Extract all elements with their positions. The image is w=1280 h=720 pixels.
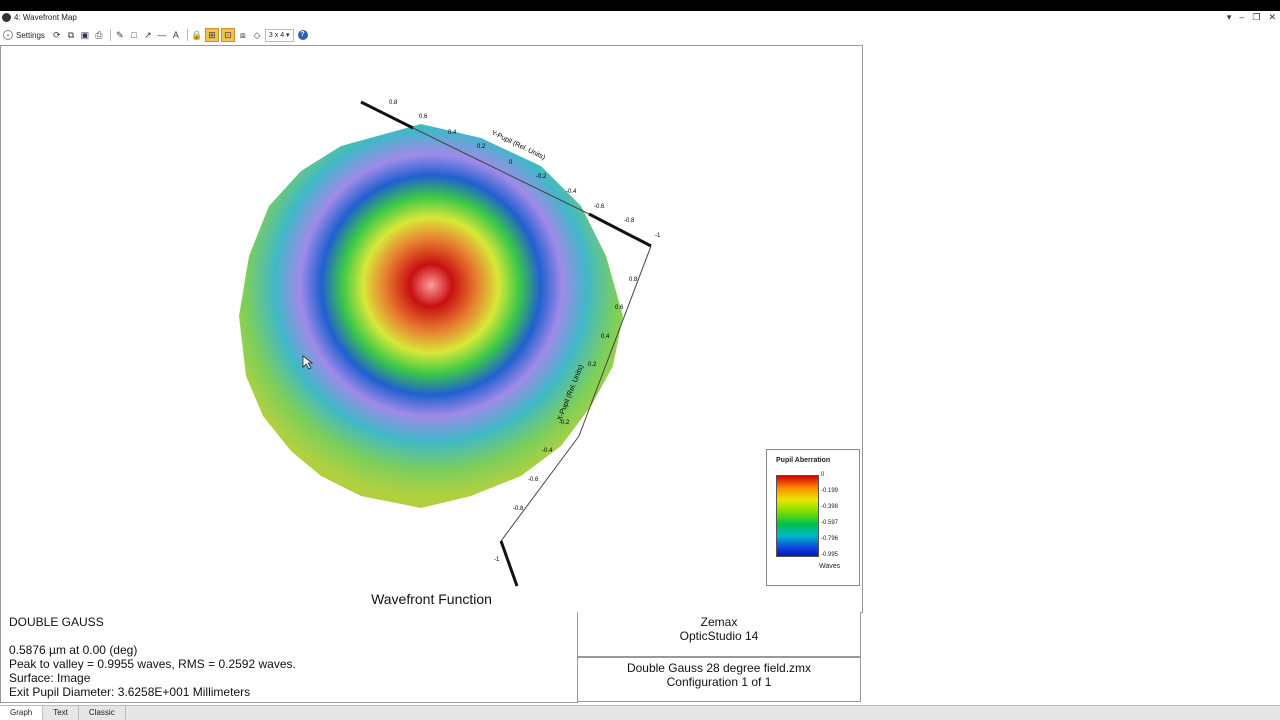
wavefront-surface-svg: 0.8 0.6 0.4 0.2 0 -0.2 -0.4 -0.6 -0.8 -1… — [239, 100, 661, 587]
settings-label: Settings — [16, 30, 45, 40]
legend-tick: -0.995 — [821, 552, 839, 558]
legend: Pupil Aberration 0 -0.199 -0.398 -0.597 … — [766, 449, 860, 586]
exit-pupil-info: Exit Pupil Diameter: 3.6258E+001 Millime… — [9, 685, 251, 699]
fit-icon[interactable]: ⊡ — [220, 28, 235, 42]
window-title: 4: Wavefront Map — [14, 13, 77, 22]
configuration-info: Configuration 1 of 1 — [666, 675, 772, 689]
layers-icon[interactable]: ◇ — [251, 29, 263, 41]
x-tick-label: 0.8 — [629, 277, 638, 283]
product-name: OpticStudio 14 — [679, 629, 759, 643]
surface-info: Surface: Image — [9, 671, 91, 685]
y-tick-label: 0.2 — [477, 144, 486, 150]
y-axis-line — [360, 100, 414, 130]
restore-icon[interactable]: ❐ — [1252, 11, 1260, 24]
wavefront-surface — [239, 124, 623, 508]
auto-scale-icon[interactable]: ⊞ — [204, 28, 219, 42]
x-tick-label: -0.6 — [528, 477, 539, 483]
text-icon[interactable]: A — [170, 29, 182, 41]
legend-color-bar — [776, 475, 819, 557]
clone-icon[interactable]: ⧉ — [65, 29, 77, 41]
tab-classic[interactable]: Classic — [79, 706, 126, 720]
y-tick-label: 0.4 — [448, 130, 457, 136]
legend-tick: -0.398 — [821, 504, 839, 510]
company-name: Zemax — [700, 615, 738, 629]
dropdown-icon[interactable]: ▾ — [1227, 11, 1232, 24]
toolbar: ⌄ Settings ⟳ ⧉ ▣ ⎙ ✎ □ ↗ — A 🔒 ⊞ ⊡ ⧈ ◇ 3… — [0, 25, 1280, 45]
minimize-icon[interactable]: – — [1239, 11, 1244, 24]
rectangle-icon[interactable]: □ — [128, 29, 140, 41]
copy-icon[interactable]: ⧈ — [237, 29, 249, 41]
save-icon[interactable]: ▣ — [79, 29, 91, 41]
x-tick-label: -0.8 — [513, 506, 524, 512]
legend-tick: -0.597 — [821, 520, 839, 526]
legend-tick: -0.199 — [821, 488, 839, 494]
plot-caption: Wavefront Function — [0, 587, 863, 613]
x-tick-label: -1 — [494, 557, 500, 563]
pencil-icon[interactable]: ✎ — [114, 29, 126, 41]
x-tick-label: 0.6 — [615, 305, 624, 311]
legend-title: Pupil Aberration — [776, 457, 831, 464]
y-tick-label: 0.8 — [389, 100, 398, 106]
layout-select[interactable]: 3 x 4 ▾ — [264, 28, 294, 42]
refresh-icon[interactable]: ⟳ — [51, 29, 63, 41]
wavefront-plot: 0.8 0.6 0.4 0.2 0 -0.2 -0.4 -0.6 -0.8 -1… — [0, 45, 863, 589]
y-tick-label: -0.6 — [594, 204, 605, 210]
wavelength-info: 0.5876 µm at 0.00 (deg) — [9, 643, 138, 657]
layout-value: 3 x 4 — [268, 31, 285, 39]
y-tick-label: -0.2 — [536, 174, 547, 180]
y-tick-label: -0.8 — [624, 218, 635, 224]
system-name: DOUBLE GAUSS — [9, 615, 104, 629]
settings-button[interactable]: ⌄ Settings — [3, 30, 45, 40]
info-panel: DOUBLE GAUSS 0.5876 µm at 0.00 (deg) Pea… — [0, 612, 578, 703]
analysis-window: 4: Wavefront Map ▾ – ❐ ✕ ⌄ Settings ⟳ ⧉ … — [0, 11, 1280, 720]
x-tick-label: -0.4 — [542, 448, 553, 454]
print-icon[interactable]: ⎙ — [93, 29, 105, 41]
close-icon[interactable]: ✕ — [1268, 11, 1276, 24]
legend-unit: Waves — [819, 563, 841, 570]
toolbar-separator — [186, 29, 188, 41]
x-tick-label: 0.4 — [601, 334, 610, 340]
y-tick-label: -0.4 — [566, 189, 577, 195]
y-tick-label: -1 — [655, 233, 661, 239]
title-bar: 4: Wavefront Map ▾ – ❐ ✕ — [0, 11, 1280, 24]
chevron-down-icon: ⌄ — [3, 30, 13, 40]
app-icon — [2, 13, 11, 22]
file-panel: Double Gauss 28 degree field.zmx Configu… — [577, 657, 861, 702]
tab-graph[interactable]: Graph — [0, 706, 44, 720]
bottom-tab-bar: Graph Text Classic — [0, 705, 1280, 720]
window-controls: ▾ – ❐ ✕ — [1227, 11, 1276, 24]
legend-tick: -0.796 — [821, 536, 839, 542]
y-tick-label: 0.6 — [419, 114, 428, 120]
toolbar-separator — [109, 29, 111, 41]
tab-text[interactable]: Text — [43, 706, 79, 720]
help-icon[interactable]: ? — [297, 30, 308, 40]
line-icon[interactable]: — — [156, 29, 168, 41]
lock-icon[interactable]: 🔒 — [191, 29, 203, 41]
peak-to-valley-info: Peak to valley = 0.9955 waves, RMS = 0.2… — [9, 657, 296, 671]
legend-tick: 0 — [821, 472, 825, 478]
arrow-icon[interactable]: ↗ — [142, 29, 154, 41]
product-panel: Zemax OpticStudio 14 — [577, 612, 861, 657]
file-name: Double Gauss 28 degree field.zmx — [626, 661, 812, 675]
x-axis-line — [499, 540, 519, 587]
x-tick-label: 0.2 — [588, 362, 597, 368]
